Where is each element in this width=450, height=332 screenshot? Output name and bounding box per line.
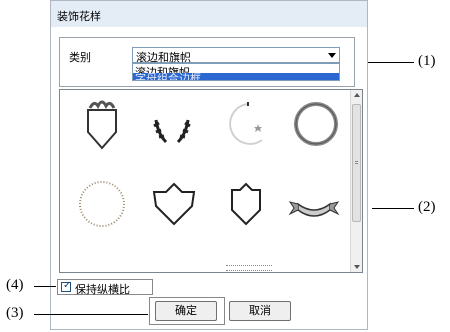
- pattern-gallery[interactable]: [59, 89, 363, 273]
- callout-line-4: [34, 286, 56, 287]
- gallery-scrollbar[interactable]: [350, 90, 362, 272]
- dropdown-option-label: 字母组合边框: [135, 73, 201, 81]
- keep-aspect-checkbox[interactable]: ✓: [61, 280, 72, 292]
- callout-label-3: (3): [6, 305, 24, 321]
- category-dropdown-list[interactable]: 滚边和旗帜 字母组合边框: [132, 63, 340, 81]
- grip-icon: [355, 161, 358, 164]
- callout-line-1: [368, 62, 414, 63]
- scroll-down-icon[interactable]: [354, 265, 360, 269]
- dropdown-option-highlighted[interactable]: 字母组合边框: [133, 73, 339, 81]
- category-label: 类别: [69, 52, 91, 64]
- callout-line-3: [34, 314, 148, 315]
- dialog-title: 装饰花样: [57, 11, 101, 23]
- keep-aspect-label: 保持纵横比: [75, 284, 130, 296]
- ring-icon[interactable]: [286, 96, 346, 156]
- decoration-dialog: 装饰花样 类别 滚边和旗帜 滚边和旗帜 字母组合边框: [50, 0, 368, 330]
- scroll-up-icon[interactable]: [354, 93, 360, 97]
- callout-label-4: (4): [6, 277, 24, 293]
- laurel-wreath-icon[interactable]: [142, 98, 202, 158]
- keep-aspect-option[interactable]: ✓ 保持纵横比: [57, 279, 153, 296]
- check-icon: ✓: [63, 280, 72, 291]
- callout-label-2: (2): [418, 199, 436, 215]
- title-bar: 装饰花样: [51, 1, 367, 27]
- callout-line-2: [372, 208, 414, 209]
- cancel-button[interactable]: 取消: [229, 301, 291, 321]
- callout-label-1: (1): [418, 53, 436, 69]
- next-row-hint: [226, 265, 272, 271]
- ribbon-banner-icon[interactable]: [284, 176, 344, 236]
- star-shield-icon[interactable]: [144, 174, 204, 234]
- scrollbar-thumb[interactable]: [352, 104, 361, 222]
- category-select[interactable]: 滚边和旗帜: [132, 47, 340, 64]
- chevron-down-icon[interactable]: [328, 53, 336, 58]
- shield-crest-icon[interactable]: [72, 96, 132, 156]
- dotted-circle-icon[interactable]: [72, 174, 132, 234]
- star-crescent-icon[interactable]: [218, 96, 278, 156]
- pentagon-shield-icon[interactable]: [216, 172, 276, 232]
- ok-button[interactable]: 确定: [155, 301, 217, 321]
